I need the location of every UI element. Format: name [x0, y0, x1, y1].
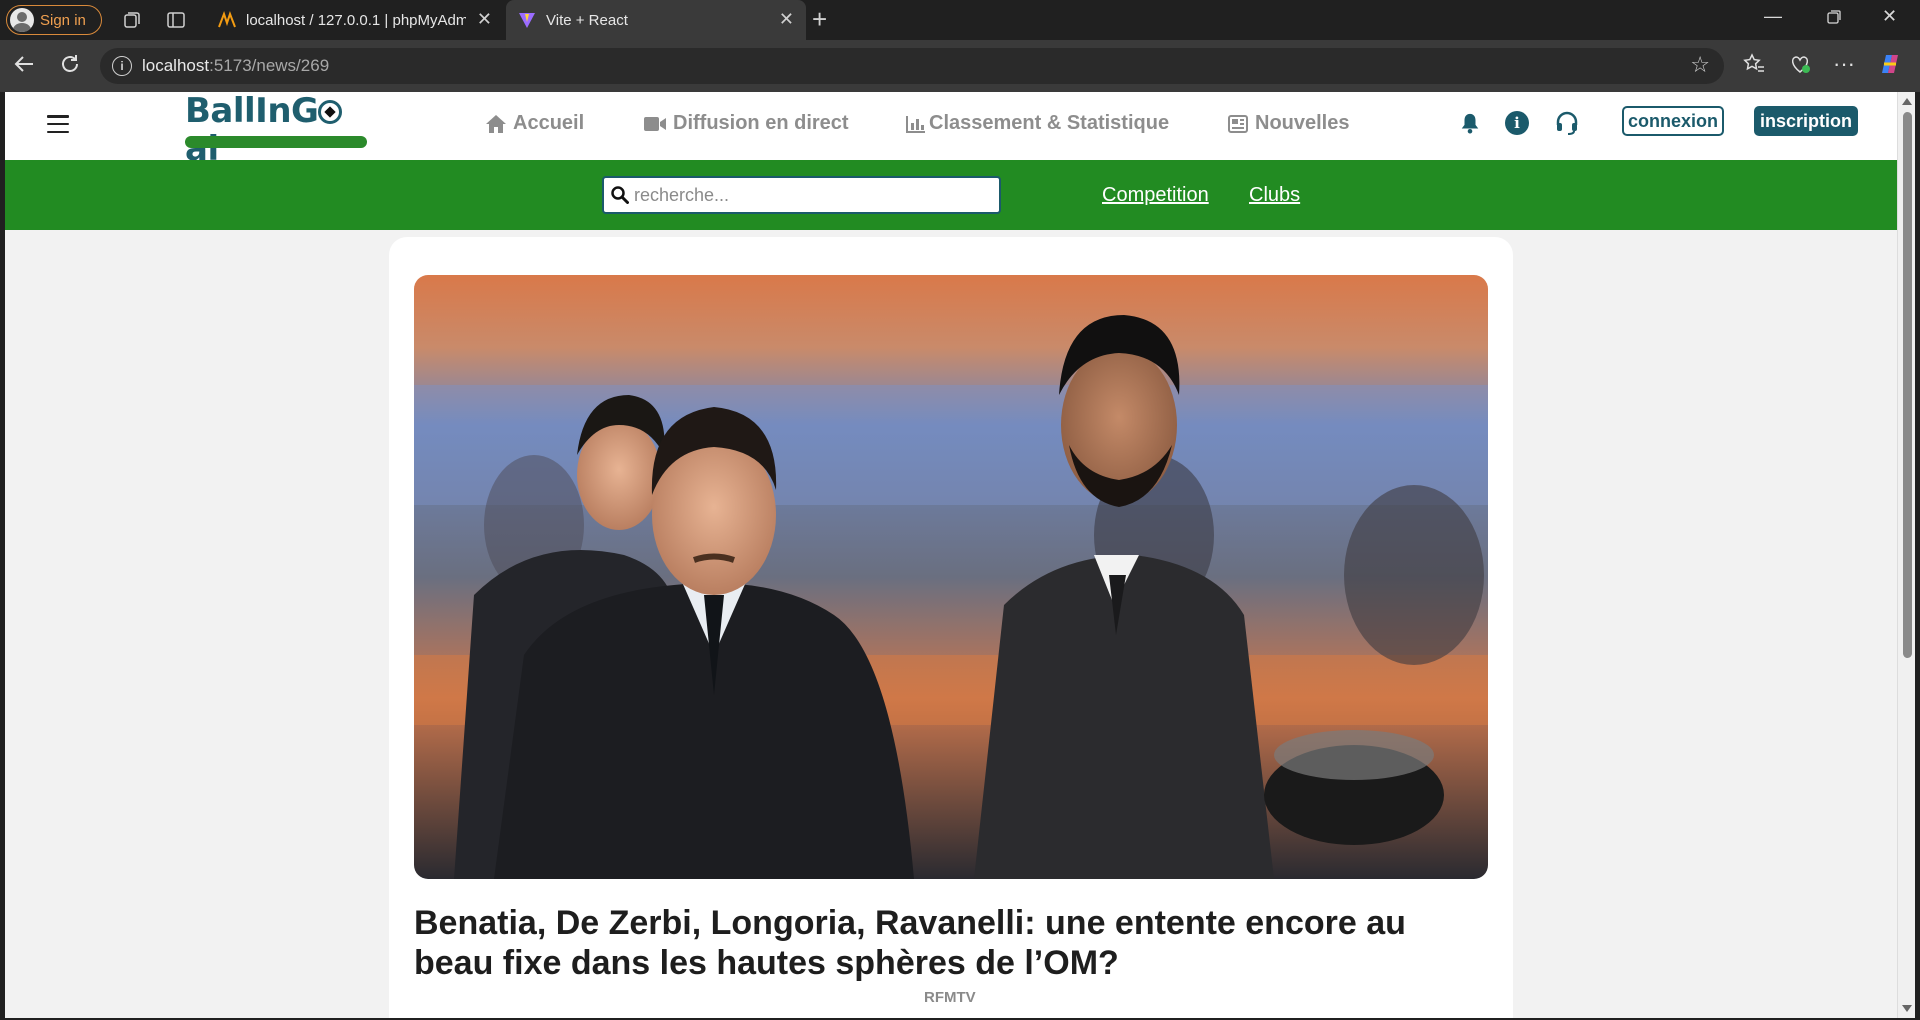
- scroll-down-icon[interactable]: [1902, 1005, 1912, 1012]
- scrollbar-thumb[interactable]: [1903, 112, 1912, 658]
- home-icon: [486, 114, 506, 133]
- login-button[interactable]: connexion: [1622, 106, 1724, 136]
- profile-icon: [10, 8, 34, 32]
- url-field[interactable]: i localhost:5173/news/269 ☆: [100, 48, 1724, 84]
- sign-in-button[interactable]: Sign in: [6, 5, 102, 35]
- url-host: localhost: [142, 56, 210, 75]
- copilot-icon[interactable]: [1874, 48, 1906, 80]
- favorites-icon[interactable]: [1738, 48, 1770, 80]
- new-tab-icon[interactable]: +: [812, 4, 827, 35]
- article-title: Benatia, De Zerbi, Longoria, Ravanelli: …: [414, 904, 1406, 982]
- signup-button[interactable]: inscription: [1754, 106, 1858, 136]
- site-logo[interactable]: BallInGal: [185, 92, 369, 168]
- article-card: Benatia, De Zerbi, Longoria, Ravanelli: …: [389, 237, 1513, 1018]
- search-input[interactable]: [634, 184, 984, 206]
- nav-label: Diffusion en direct: [673, 112, 849, 134]
- info-icon[interactable]: i: [1502, 108, 1532, 138]
- favorite-star-icon[interactable]: ☆: [1690, 52, 1710, 78]
- nav-diffusion[interactable]: Diffusion en direct: [643, 112, 849, 135]
- tab-vite-react[interactable]: Vite + React ✕: [506, 0, 806, 40]
- url-path: :5173/news/269: [209, 56, 330, 75]
- vite-favicon-icon: [519, 13, 535, 28]
- page-viewport: BallInGal Accueil Diffusion en direct Cl…: [5, 92, 1897, 1018]
- more-options-icon[interactable]: ···: [1828, 48, 1860, 80]
- video-icon: [644, 116, 666, 131]
- workspaces-icon[interactable]: [118, 6, 146, 34]
- tab-actions-icon[interactable]: [162, 6, 190, 34]
- soccer-ball-icon: [318, 100, 343, 124]
- tab-title: localhost / 127.0.0.1 | phpMyAdmin: [246, 11, 466, 29]
- search-subbar: Competition Clubs: [5, 160, 1897, 230]
- tab-phpmyadmin[interactable]: localhost / 127.0.0.1 | phpMyAdmin ✕: [206, 0, 504, 40]
- site-info-icon[interactable]: i: [112, 56, 132, 76]
- support-headset-icon[interactable]: [1552, 108, 1582, 138]
- nav-classement[interactable]: Classement & Statistique: [905, 112, 1169, 135]
- scroll-up-icon[interactable]: [1902, 98, 1912, 105]
- sign-in-label: Sign in: [40, 11, 86, 29]
- nav-nouvelles[interactable]: Nouvelles: [1227, 112, 1349, 135]
- browser-tab-bar: Sign in localhost / 127.0.0.1 | phpMyAdm…: [0, 0, 1920, 40]
- phpmyadmin-favicon-icon: [218, 11, 236, 28]
- logo-text-start: BallInG: [185, 92, 319, 131]
- close-tab-icon[interactable]: ✕: [477, 9, 492, 30]
- article-hero-image: [414, 275, 1488, 879]
- close-tab-icon[interactable]: ✕: [779, 9, 794, 30]
- tab-title: Vite + React: [546, 11, 628, 29]
- restore-icon[interactable]: [1826, 9, 1842, 30]
- logo-underline: [185, 136, 367, 148]
- browser-essentials-icon[interactable]: [1784, 48, 1816, 80]
- address-bar-row: i localhost:5173/news/269 ☆ ···: [0, 40, 1920, 92]
- nav-accueil[interactable]: Accueil: [485, 112, 584, 135]
- page-scrollbar[interactable]: [1897, 92, 1915, 1018]
- competition-link[interactable]: Competition: [1102, 184, 1209, 207]
- minimize-icon[interactable]: —: [1764, 6, 1782, 27]
- newspaper-icon: [1228, 114, 1248, 133]
- menu-icon[interactable]: [47, 115, 69, 133]
- back-icon[interactable]: [8, 48, 40, 80]
- reload-icon[interactable]: [54, 48, 86, 80]
- close-window-icon[interactable]: ✕: [1882, 6, 1897, 27]
- article-source: RFMTV: [924, 989, 976, 1006]
- chart-icon: [906, 115, 925, 133]
- notification-bell-icon[interactable]: [1455, 108, 1485, 138]
- search-box: [602, 176, 1001, 214]
- clubs-link[interactable]: Clubs: [1249, 184, 1300, 207]
- nav-label: Nouvelles: [1255, 112, 1350, 134]
- nav-label: Classement & Statistique: [929, 112, 1170, 134]
- nav-label: Accueil: [513, 112, 585, 134]
- search-icon[interactable]: [611, 186, 629, 204]
- site-header: BallInGal Accueil Diffusion en direct Cl…: [5, 92, 1897, 168]
